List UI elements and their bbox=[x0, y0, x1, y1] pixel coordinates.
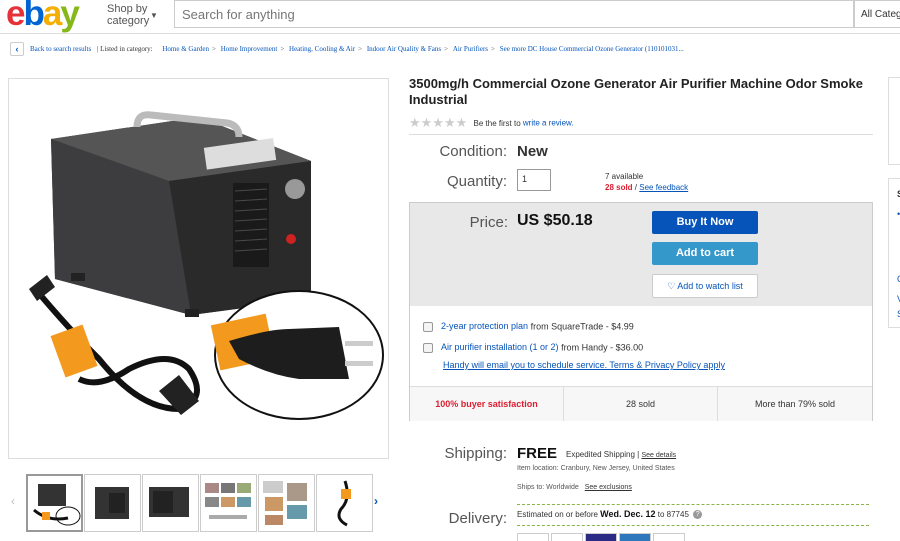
condition-value: New bbox=[517, 143, 548, 160]
see-feedback-link[interactable]: See feedback bbox=[639, 183, 688, 192]
rating-text: Be the first to bbox=[473, 118, 521, 128]
quantity-label: Quantity: bbox=[446, 173, 507, 190]
see-exclusions-link[interactable]: See exclusions bbox=[585, 484, 632, 491]
header: ebay Shop by category ▼ Search for anyth… bbox=[0, 0, 900, 34]
buyer-satisfaction: 100% buyer satisfaction bbox=[410, 387, 564, 421]
payment-cards bbox=[517, 533, 687, 541]
price-panel: Price: US $50.18 Buy It Now Add to cart … bbox=[410, 203, 872, 306]
delivery-pre: Estimated on or before bbox=[517, 510, 598, 519]
price-box: Price: US $50.18 Buy It Now Add to cart … bbox=[409, 202, 873, 421]
info-icon[interactable]: ? bbox=[693, 510, 703, 520]
ships-to-label: Ships to: Worldwide bbox=[517, 484, 579, 491]
option-installation[interactable]: Air purifier installation (1 or 2) from … bbox=[423, 342, 643, 353]
star-rating-icon: ★★★★★ bbox=[409, 115, 468, 130]
breadcrumb: ‹ Back to search results | Listed in cate… bbox=[10, 42, 890, 60]
protection-plan-link[interactable]: 2-year protection plan bbox=[441, 321, 528, 331]
shipping-free: FREE bbox=[517, 445, 558, 462]
thumbnail-3[interactable] bbox=[142, 474, 199, 532]
shop-by-category-button[interactable]: Shop by category ▼ bbox=[107, 3, 158, 27]
delivery-zip: to 87745 bbox=[657, 510, 689, 519]
see-details-link[interactable]: See details bbox=[641, 452, 676, 459]
chevron-left-icon[interactable]: ‹ bbox=[11, 494, 15, 508]
side-panel-partial: S • C V S bbox=[888, 178, 900, 328]
ebay-logo[interactable]: ebay bbox=[6, 0, 80, 34]
seller-panel-partial bbox=[888, 77, 900, 165]
thumbnail-5[interactable] bbox=[258, 474, 315, 532]
sold-stat: 28 sold bbox=[564, 387, 718, 421]
available-count: 7 available bbox=[605, 172, 644, 181]
quantity-input[interactable]: 1 bbox=[517, 169, 551, 191]
write-review-link[interactable]: write a review. bbox=[523, 119, 574, 128]
ships-to: Ships to: Worldwide See exclusions bbox=[517, 484, 632, 491]
watch-label: Add to watch list bbox=[677, 281, 743, 291]
sold-count: 28 sold bbox=[605, 183, 633, 192]
buy-it-now-button[interactable]: Buy It Now bbox=[652, 211, 758, 234]
heart-icon: ♡ bbox=[667, 281, 676, 291]
thumbnail-2[interactable] bbox=[84, 474, 141, 532]
checkbox-protection[interactable] bbox=[423, 321, 433, 332]
product-main-image[interactable] bbox=[8, 78, 389, 459]
thumbnail-1[interactable] bbox=[26, 474, 83, 532]
back-arrow-icon[interactable]: ‹ bbox=[10, 42, 24, 56]
divider bbox=[517, 525, 869, 526]
divider bbox=[517, 504, 869, 505]
stats-bar: 100% buyer satisfaction 28 sold More tha… bbox=[410, 386, 872, 421]
category-label: category bbox=[107, 15, 150, 27]
thumbnail-strip: ‹ › bbox=[8, 474, 388, 534]
percent-sold-stat: More than 79% sold bbox=[754, 399, 836, 409]
price-label: Price: bbox=[469, 214, 508, 231]
option-protection-plan[interactable]: 2-year protection plan from SquareTrade … bbox=[423, 321, 634, 332]
listed-in-label: | Listed in category: bbox=[96, 45, 153, 53]
thumbnail-4[interactable] bbox=[200, 474, 257, 532]
add-to-cart-button[interactable]: Add to cart bbox=[652, 242, 758, 265]
protection-plan-price: from SquareTrade - $4.99 bbox=[530, 321, 634, 332]
crumb-home-garden[interactable]: Home & Garden bbox=[162, 45, 209, 53]
add-to-watch-list-button[interactable]: ♡ Add to watch list bbox=[652, 274, 758, 298]
shop-by-label: Shop by bbox=[107, 3, 148, 15]
category-select[interactable]: All Categories bbox=[854, 0, 900, 28]
crumb-see-more[interactable]: See more DC House Commercial Ozone Gener… bbox=[500, 45, 684, 53]
installation-link[interactable]: Air purifier installation (1 or 2) bbox=[441, 342, 559, 352]
checkbox-installation[interactable] bbox=[423, 342, 433, 353]
crumb-heating-cooling[interactable]: Heating, Cooling & Air bbox=[289, 45, 355, 53]
chevron-right-icon[interactable]: › bbox=[374, 494, 378, 508]
search-input[interactable]: Search for anything bbox=[174, 0, 854, 28]
divider bbox=[409, 134, 873, 135]
delivery-label: Delivery: bbox=[448, 510, 507, 527]
delivery-date: Wed. Dec. 12 bbox=[600, 509, 656, 519]
expedited-label: Expedited Shipping | bbox=[566, 450, 640, 459]
delivery-estimate: Estimated on or before Wed. Dec. 12 to 8… bbox=[517, 509, 703, 520]
availability: 7 available 28 sold / See feedback bbox=[605, 172, 689, 192]
price-value: US $50.18 bbox=[517, 212, 593, 229]
visa-icon bbox=[551, 533, 583, 541]
installation-price: from Handy - $36.00 bbox=[561, 342, 644, 353]
amex-icon bbox=[619, 533, 651, 541]
back-to-search-link[interactable]: Back to search results bbox=[30, 45, 91, 53]
crumb-home-improvement[interactable]: Home Improvement bbox=[221, 45, 278, 53]
handy-terms-link[interactable]: Handy will email you to schedule service… bbox=[443, 360, 725, 370]
ozone-generator-image bbox=[29, 111, 384, 420]
shipping-label: Shipping: bbox=[444, 445, 507, 462]
condition-label: Condition: bbox=[439, 143, 507, 160]
chevron-down-icon: ▼ bbox=[150, 11, 158, 20]
paypal-icon bbox=[517, 533, 549, 541]
shipping-method: Expedited Shipping | See details bbox=[566, 450, 676, 459]
crumb-air-purifiers[interactable]: Air Purifiers bbox=[453, 45, 488, 53]
discover-icon bbox=[653, 533, 685, 541]
thumbnail-6[interactable] bbox=[316, 474, 373, 532]
rating-row: ★★★★★ Be the first to write a review. bbox=[409, 115, 574, 131]
mastercard-icon bbox=[585, 533, 617, 541]
item-location: Item location: Cranbury, New Jersey, Uni… bbox=[517, 465, 675, 472]
crumb-indoor-air[interactable]: Indoor Air Quality & Fans bbox=[367, 45, 441, 53]
product-title: 3500mg/h Commercial Ozone Generator Air … bbox=[409, 76, 863, 107]
